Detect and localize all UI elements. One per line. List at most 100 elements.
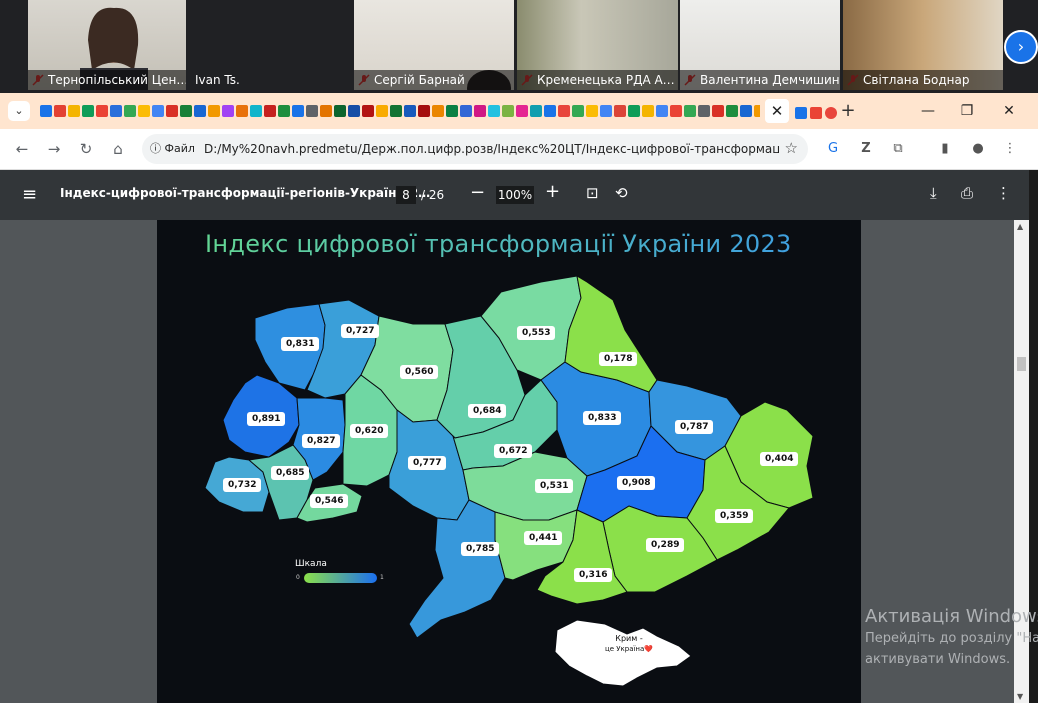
tab-favicon[interactable] [810,107,822,119]
scroll-up-arrow-icon[interactable]: ▲ [1017,222,1023,231]
translate-icon[interactable]: G [823,139,843,159]
tab-favicon[interactable] [460,105,472,117]
bookmark-star-icon[interactable]: ☆ [785,139,798,157]
tab-favicon[interactable] [306,105,318,117]
zoom-out-button[interactable]: − [470,182,485,203]
close-tab-button[interactable]: ✕ [765,99,789,123]
crimea-line-2: це Україна❤️ [604,645,654,653]
tab-favicon[interactable] [82,105,94,117]
tab-favicon[interactable] [684,105,696,117]
tab-favicon[interactable] [236,105,248,117]
tab-favicon[interactable] [600,105,612,117]
tab-favicon[interactable] [110,105,122,117]
participant-tile[interactable]: Кременецька РДА А… [517,0,678,90]
tab-favicon[interactable] [795,107,807,119]
side-panel-icon[interactable]: ▮ [935,139,955,159]
tab-favicon[interactable] [40,105,52,117]
tab-favicon[interactable] [334,105,346,117]
tab-favicon[interactable] [474,105,486,117]
ukraine-map [204,275,814,687]
tab-favicon[interactable] [558,105,570,117]
tab-favicon[interactable] [656,105,668,117]
new-tab-button[interactable]: + [838,99,858,123]
tab-favicon[interactable] [54,105,66,117]
region-value-badge: 0,827 [302,434,341,448]
tab-favicon[interactable] [152,105,164,117]
hamburger-menu-icon[interactable]: ≡ [22,184,37,205]
page-number-input[interactable]: 8 [396,186,416,204]
scroll-down-arrow-icon[interactable]: ▼ [1017,692,1023,701]
zoom-in-button[interactable]: + [545,181,560,202]
scrollbar-thumb[interactable] [1017,357,1026,371]
tab-favicon[interactable] [642,105,654,117]
region-value-badge: 0,908 [617,476,656,490]
tab-favicon[interactable] [390,105,402,117]
rotate-icon[interactable]: ⟲ [615,184,628,202]
tab-favicon[interactable] [446,105,458,117]
tab-favicon[interactable] [502,105,514,117]
fit-page-icon[interactable]: ⊡ [586,184,599,202]
tab-favicon[interactable] [264,105,276,117]
zotero-icon[interactable]: Z [856,139,876,159]
download-icon[interactable]: ⤓ [930,184,937,202]
participant-tile[interactable]: Ivan Ts. [190,0,350,90]
reload-icon[interactable]: ↻ [74,137,98,161]
tab-favicon[interactable] [628,105,640,117]
participant-tile[interactable]: Сергій Барнай [354,0,514,90]
tab-favicon[interactable] [348,105,360,117]
close-window-button[interactable]: ✕ [994,99,1024,123]
tab-favicon[interactable] [362,105,374,117]
extensions-icon[interactable]: ⧉ [888,139,908,159]
tab-favicon[interactable] [124,105,136,117]
restore-button[interactable]: ❐ [952,99,982,123]
minimize-button[interactable]: — [913,99,943,123]
omnibox[interactable]: ⓘ Файл D:/My%20navh.predmetu/Держ.пол.ци… [142,134,808,164]
participant-tile[interactable]: Валентина Демчишин [680,0,840,90]
tab-favicon[interactable] [418,105,430,117]
tab-favicon[interactable] [138,105,150,117]
tab-favicon[interactable] [404,105,416,117]
tab-favicon[interactable] [320,105,332,117]
tab-favicon[interactable] [726,105,738,117]
tab-favicon[interactable] [278,105,290,117]
participant-tile[interactable]: Світлана Боднар [843,0,1003,90]
forward-arrow-icon[interactable]: → [42,137,66,161]
back-arrow-icon[interactable]: ← [10,137,34,161]
tab-search-button[interactable]: ⌄ [8,101,30,121]
tab-favicon[interactable] [432,105,444,117]
home-icon[interactable]: ⌂ [106,137,130,161]
print-icon[interactable]: ⎙ [961,184,973,202]
tab-favicon[interactable] [516,105,528,117]
tab-favicon[interactable] [530,105,542,117]
tab-favicon[interactable] [488,105,500,117]
tab-favicon[interactable] [754,105,760,117]
tab-favicon[interactable] [180,105,192,117]
tab-favicon[interactable] [208,105,220,117]
participant-tile[interactable]: Тернопільський Цен… [28,0,186,90]
tab-favicon[interactable] [572,105,584,117]
tab-favicon[interactable] [586,105,598,117]
tab-favicon[interactable] [740,105,752,117]
url-text[interactable]: D:/My%20navh.predmetu/Держ.пол.цифр.розв… [204,140,779,158]
tab-favicon[interactable] [166,105,178,117]
more-menu-icon[interactable]: ⋮ [1000,139,1020,159]
site-info-chip[interactable]: ⓘ Файл [150,140,195,158]
tab-favicon[interactable] [194,105,206,117]
tab-favicon[interactable] [670,105,682,117]
region-value-badge: 0,787 [675,420,714,434]
zoom-level-input[interactable]: 100% [496,186,534,204]
tab-favicon[interactable] [698,105,710,117]
more-options-icon[interactable]: ⋮ [996,184,1011,202]
tab-favicon[interactable] [250,105,262,117]
tab-favicon[interactable] [614,105,626,117]
tab-favicon[interactable] [544,105,556,117]
chevron-right-icon[interactable]: › [1004,30,1038,64]
profile-avatar[interactable]: ● [968,139,988,159]
tab-favicon[interactable] [222,105,234,117]
tab-favicon[interactable] [825,107,837,119]
tab-favicon[interactable] [376,105,388,117]
tab-favicon[interactable] [68,105,80,117]
tab-favicon[interactable] [712,105,724,117]
tab-favicon[interactable] [96,105,108,117]
tab-favicon[interactable] [292,105,304,117]
